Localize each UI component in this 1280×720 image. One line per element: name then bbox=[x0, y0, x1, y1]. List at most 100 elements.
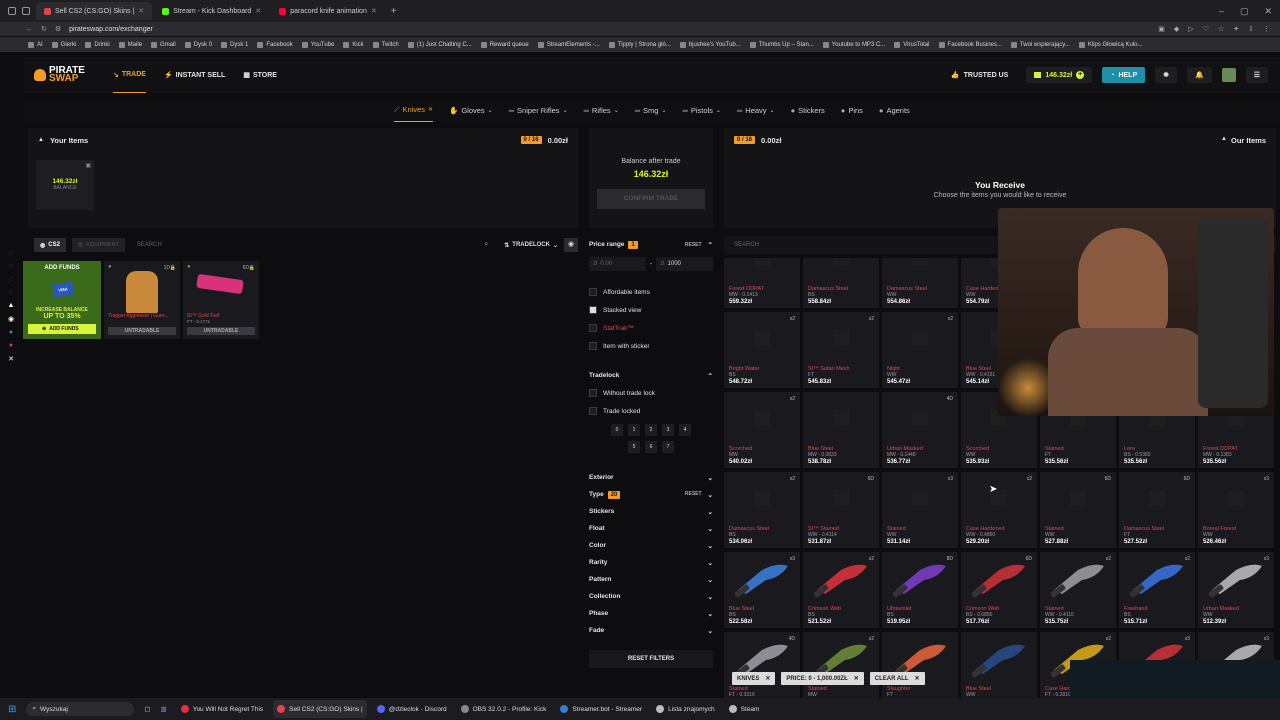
taskbar-app[interactable]: You Will Not Regret This bbox=[177, 700, 267, 718]
balance-card[interactable]: ▣ 146.32zł BALANCE bbox=[36, 160, 94, 210]
checkbox[interactable] bbox=[589, 389, 597, 397]
site-logo[interactable]: PIRATE SWAP bbox=[34, 66, 85, 84]
reset-filters-button[interactable]: RESET FILTERS bbox=[589, 650, 713, 668]
item-info-icon[interactable]: ● bbox=[108, 264, 112, 270]
balance-card-close-icon[interactable]: ▣ bbox=[85, 162, 91, 169]
day-button[interactable]: 7 bbox=[662, 441, 674, 453]
market-item-card[interactable]: Slaughter FT bbox=[882, 632, 958, 698]
without-trade-lock-option[interactable]: Without trade lock bbox=[589, 384, 713, 402]
bookmark[interactable]: Gierki bbox=[51, 41, 76, 48]
trusted-us-link[interactable]: 👍 TRUSTED US bbox=[943, 67, 1016, 83]
game-cs2-button[interactable]: ◍ CS2 bbox=[34, 238, 66, 252]
bookmark[interactable]: Dysk 1 bbox=[221, 41, 248, 48]
day-button[interactable]: 5 bbox=[628, 441, 640, 453]
market-item-card[interactable]: x2 Stained MW bbox=[803, 632, 879, 698]
category-sniper-rifles[interactable]: ═ Sniper Rifles ⌄ bbox=[509, 98, 568, 122]
category-smg[interactable]: ═ Smg ⌄ bbox=[635, 98, 667, 122]
bookmark[interactable]: VirusTotal bbox=[894, 41, 930, 48]
search-icon[interactable]: ⌕ bbox=[484, 241, 488, 249]
menu-button[interactable]: ☰ bbox=[1245, 67, 1268, 83]
bookmark[interactable]: bjushee's YouTub... bbox=[679, 41, 741, 48]
browser-tab[interactable]: paracord knife animation ✕ bbox=[271, 2, 385, 20]
dock-icon-2[interactable]: ◌ bbox=[9, 263, 13, 270]
site-info-icon[interactable]: ⚙ bbox=[55, 25, 61, 33]
add-funds-button[interactable]: ⊕ ADD FUNDS bbox=[28, 324, 96, 334]
bookmark[interactable]: Dysk 0 bbox=[184, 41, 212, 48]
market-item-card[interactable]: x2 Damascus Steel BS 534.06zł bbox=[724, 472, 800, 548]
download-icon[interactable]: ⇩ bbox=[1248, 25, 1254, 33]
day-button[interactable]: 4 bbox=[679, 424, 691, 436]
filter-section[interactable]: Phase ⌄ bbox=[589, 605, 713, 622]
dock-icon-1[interactable]: ◌ bbox=[9, 250, 13, 257]
market-item-card[interactable]: Blue SteelWW502.33zł bbox=[961, 632, 1037, 698]
reload-icon[interactable]: ↻ bbox=[41, 25, 47, 33]
url-field[interactable]: pirateswap.com/exchanger bbox=[69, 26, 153, 33]
category-rifles[interactable]: ═ Rifles ⌄ bbox=[584, 98, 619, 122]
trade-locked-option[interactable]: Trade locked bbox=[589, 402, 713, 420]
bookmark[interactable]: Gmail bbox=[151, 41, 176, 48]
market-item-card[interactable]: 6D SI™ Stained WW - 0.4114 531.87zł bbox=[803, 472, 879, 548]
star-icon[interactable]: ☆ bbox=[1218, 25, 1224, 33]
close-window-icon[interactable]: ✕ bbox=[1264, 6, 1272, 17]
add-funds-card[interactable]: ADD FUNDS VISA INCREASE BALANCE UP TO 35… bbox=[23, 261, 101, 339]
avatar[interactable] bbox=[1221, 68, 1236, 82]
checkbox[interactable] bbox=[589, 324, 597, 332]
taskbar-search[interactable]: ⌕ Wyszukaj bbox=[26, 702, 135, 716]
filter-chip[interactable]: KNIVES ✕ bbox=[732, 672, 776, 685]
chevron-up-icon[interactable]: ⌃ bbox=[708, 241, 713, 249]
market-item-card[interactable]: x2 Bright Water BS 548.72zł bbox=[724, 312, 800, 388]
market-item-card[interactable]: Forest DDPAT MW - 0.1413 559.32zł bbox=[724, 258, 800, 308]
add-balance-icon[interactable]: + bbox=[1076, 71, 1085, 79]
taskbar-app[interactable]: Lista znajomych bbox=[652, 700, 719, 718]
tab-close-icon[interactable]: ✕ bbox=[371, 7, 377, 15]
price-max-input[interactable]: zł 1000 bbox=[656, 257, 713, 271]
windows-start-icon[interactable]: ⊞ bbox=[8, 704, 16, 715]
help-button[interactable]: ◔ HELP bbox=[1102, 67, 1146, 83]
taskbar-app[interactable]: OBS 32.0.2 - Profile: Kick bbox=[457, 700, 551, 718]
market-item-card[interactable]: x2 Case Hardened WW - 0.4850 529.20zł bbox=[961, 472, 1037, 548]
dock-icon-4[interactable]: ◌ bbox=[9, 289, 13, 296]
market-item-card[interactable]: 6D Crimson Web BS - 0.6850 517.76zł bbox=[961, 552, 1037, 628]
category-pistols[interactable]: ═ Pistols ⌄ bbox=[683, 98, 721, 122]
bookmark[interactable]: Drinki bbox=[85, 41, 110, 48]
balance-pill[interactable]: 146.32zł + bbox=[1026, 67, 1093, 83]
filter-section[interactable]: Float ⌄ bbox=[589, 520, 713, 537]
price-min-input[interactable]: zł 0.00 bbox=[589, 257, 646, 271]
close-icon[interactable]: ✕ bbox=[854, 675, 859, 682]
category-heavy[interactable]: ═ Heavy ⌄ bbox=[737, 98, 775, 122]
market-search-input[interactable]: SEARCH bbox=[734, 242, 759, 248]
filter-section[interactable]: Pattern ⌄ bbox=[589, 571, 713, 588]
market-item-card[interactable]: x2 Freehand BS 515.71zł bbox=[1119, 552, 1195, 628]
maximize-icon[interactable]: ▢ bbox=[1240, 6, 1249, 17]
settings-button[interactable]: ✹ bbox=[1155, 67, 1177, 83]
inventory-search-input[interactable]: SEARCH bbox=[131, 242, 479, 248]
dock-icon-7[interactable]: ● bbox=[9, 329, 13, 336]
filter-section[interactable]: Collection ⌄ bbox=[589, 588, 713, 605]
minimize-icon[interactable]: – bbox=[1219, 6, 1224, 17]
extensions-icon[interactable]: ▣ bbox=[1158, 25, 1165, 33]
filter-option[interactable]: Affordable items bbox=[589, 283, 713, 301]
taskbar-app[interactable]: Streamer.bot - Streamer bbox=[556, 700, 646, 718]
filter-section[interactable]: Color ⌄ bbox=[589, 537, 713, 554]
back-icon[interactable]: ← bbox=[26, 26, 33, 33]
filter-chip[interactable]: PRICE: 0 - 1,000.00ZŁ ✕ bbox=[781, 672, 864, 685]
market-item-card[interactable]: x2 Night WW 545.47zł bbox=[882, 312, 958, 388]
tab-close-icon[interactable]: ✕ bbox=[138, 7, 144, 15]
bookmark[interactable]: Thumbs Up – Stan... bbox=[749, 41, 814, 48]
collapse-icon[interactable]: ▲ bbox=[1221, 136, 1227, 145]
bookmark[interactable]: Facebook Busines... bbox=[938, 41, 1002, 48]
market-item-card[interactable]: x2 Stained WW - 0.4116 515.75zł bbox=[1040, 552, 1116, 628]
type-reset-button[interactable]: RESET bbox=[685, 491, 702, 499]
tradelock-header[interactable]: Tradelock ⌃ bbox=[589, 367, 713, 384]
taskbar-app[interactable]: Steam bbox=[725, 700, 764, 718]
dock-icon-3[interactable]: ◌ bbox=[9, 276, 13, 283]
market-item-card[interactable]: 6D Damascus Steel FT 527.52zł bbox=[1119, 472, 1195, 548]
close-icon[interactable]: ✕ bbox=[765, 675, 770, 682]
task-view-icon[interactable]: ▢ bbox=[144, 705, 150, 713]
play-icon[interactable]: ▷ bbox=[1188, 25, 1193, 33]
market-item-card[interactable]: Blue Steel MW - 0.0833 538.78zł bbox=[803, 392, 879, 468]
market-item-card[interactable]: x3 Blue Steel BS 522.58zł bbox=[724, 552, 800, 628]
puzzle-icon[interactable]: ✦ bbox=[1233, 25, 1239, 33]
market-item-card[interactable]: x3 Stained WW 531.14zł bbox=[882, 472, 958, 548]
bookmark[interactable]: (1) Just Chatting C... bbox=[407, 41, 472, 48]
